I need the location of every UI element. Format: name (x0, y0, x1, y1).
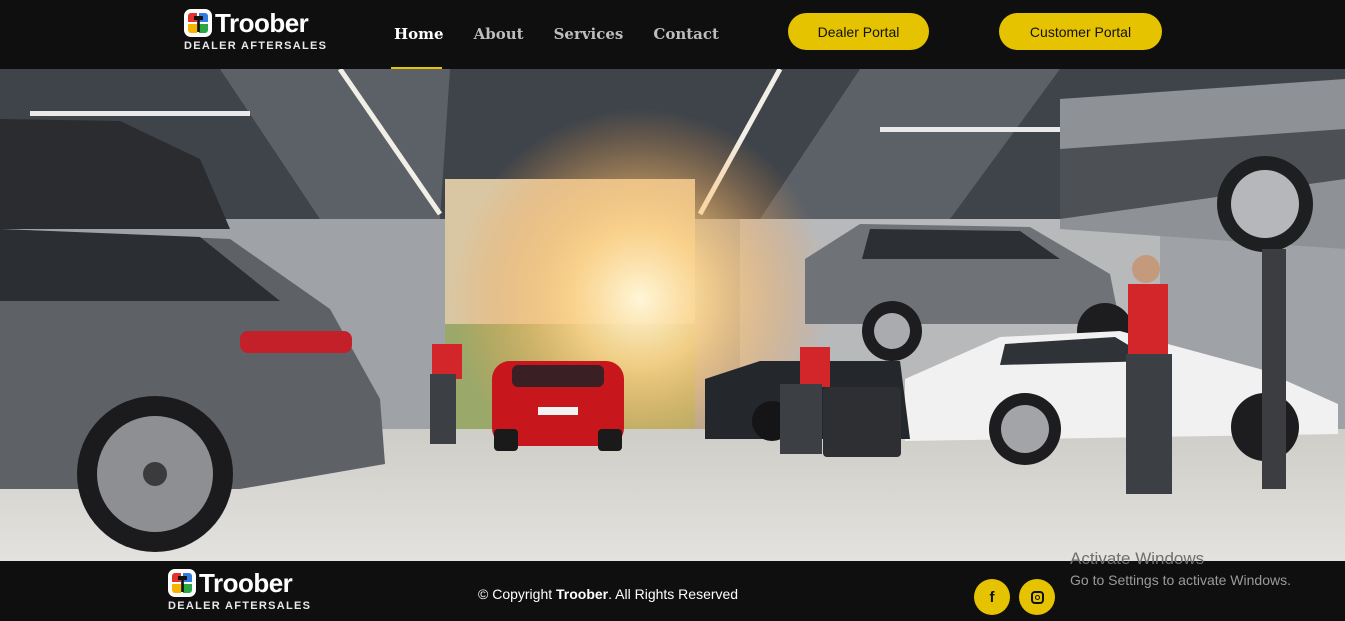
copyright-suffix: . All Rights Reserved (608, 586, 739, 602)
logo-name: Troober (199, 568, 293, 598)
workshop-illustration (0, 69, 1345, 561)
header-logo[interactable]: Troober DEALER AFTERSALES (184, 9, 327, 52)
copyright-brand: Troober (556, 586, 609, 602)
nav-contact[interactable]: Contact (653, 25, 719, 43)
logo-tagline: DEALER AFTERSALES (184, 40, 328, 52)
facebook-icon[interactable]: f (974, 579, 1010, 615)
footer-logo[interactable]: Troober DEALER AFTERSALES (168, 569, 311, 612)
logo-name: Troober (215, 8, 309, 38)
main-nav: Home About Services Contact (394, 25, 749, 43)
nav-home[interactable]: Home (394, 25, 444, 43)
site-footer: Troober DEALER AFTERSALES © Copyright Tr… (0, 561, 1345, 621)
nav-about[interactable]: About (474, 25, 524, 43)
hero-image (0, 69, 1345, 561)
facebook-glyph: f (989, 588, 995, 606)
customer-portal-button[interactable]: Customer Portal (999, 13, 1162, 50)
logo-tagline: DEALER AFTERSALES (168, 600, 312, 612)
activate-windows-title: Activate Windows (1070, 549, 1205, 568)
troober-logo-icon (184, 9, 212, 37)
instagram-glyph (1030, 590, 1044, 604)
copyright-prefix: © Copyright (478, 586, 557, 602)
site-header: Troober DEALER AFTERSALES Home About Ser… (0, 0, 1345, 70)
nav-services[interactable]: Services (554, 25, 624, 43)
troober-logo-icon (168, 569, 196, 597)
instagram-icon[interactable] (1019, 579, 1055, 615)
dealer-portal-button[interactable]: Dealer Portal (788, 13, 929, 50)
activate-windows-subtitle: Go to Settings to activate Windows. (1070, 572, 1291, 588)
copyright-text: © Copyright Troober. All Rights Reserved (478, 586, 738, 602)
